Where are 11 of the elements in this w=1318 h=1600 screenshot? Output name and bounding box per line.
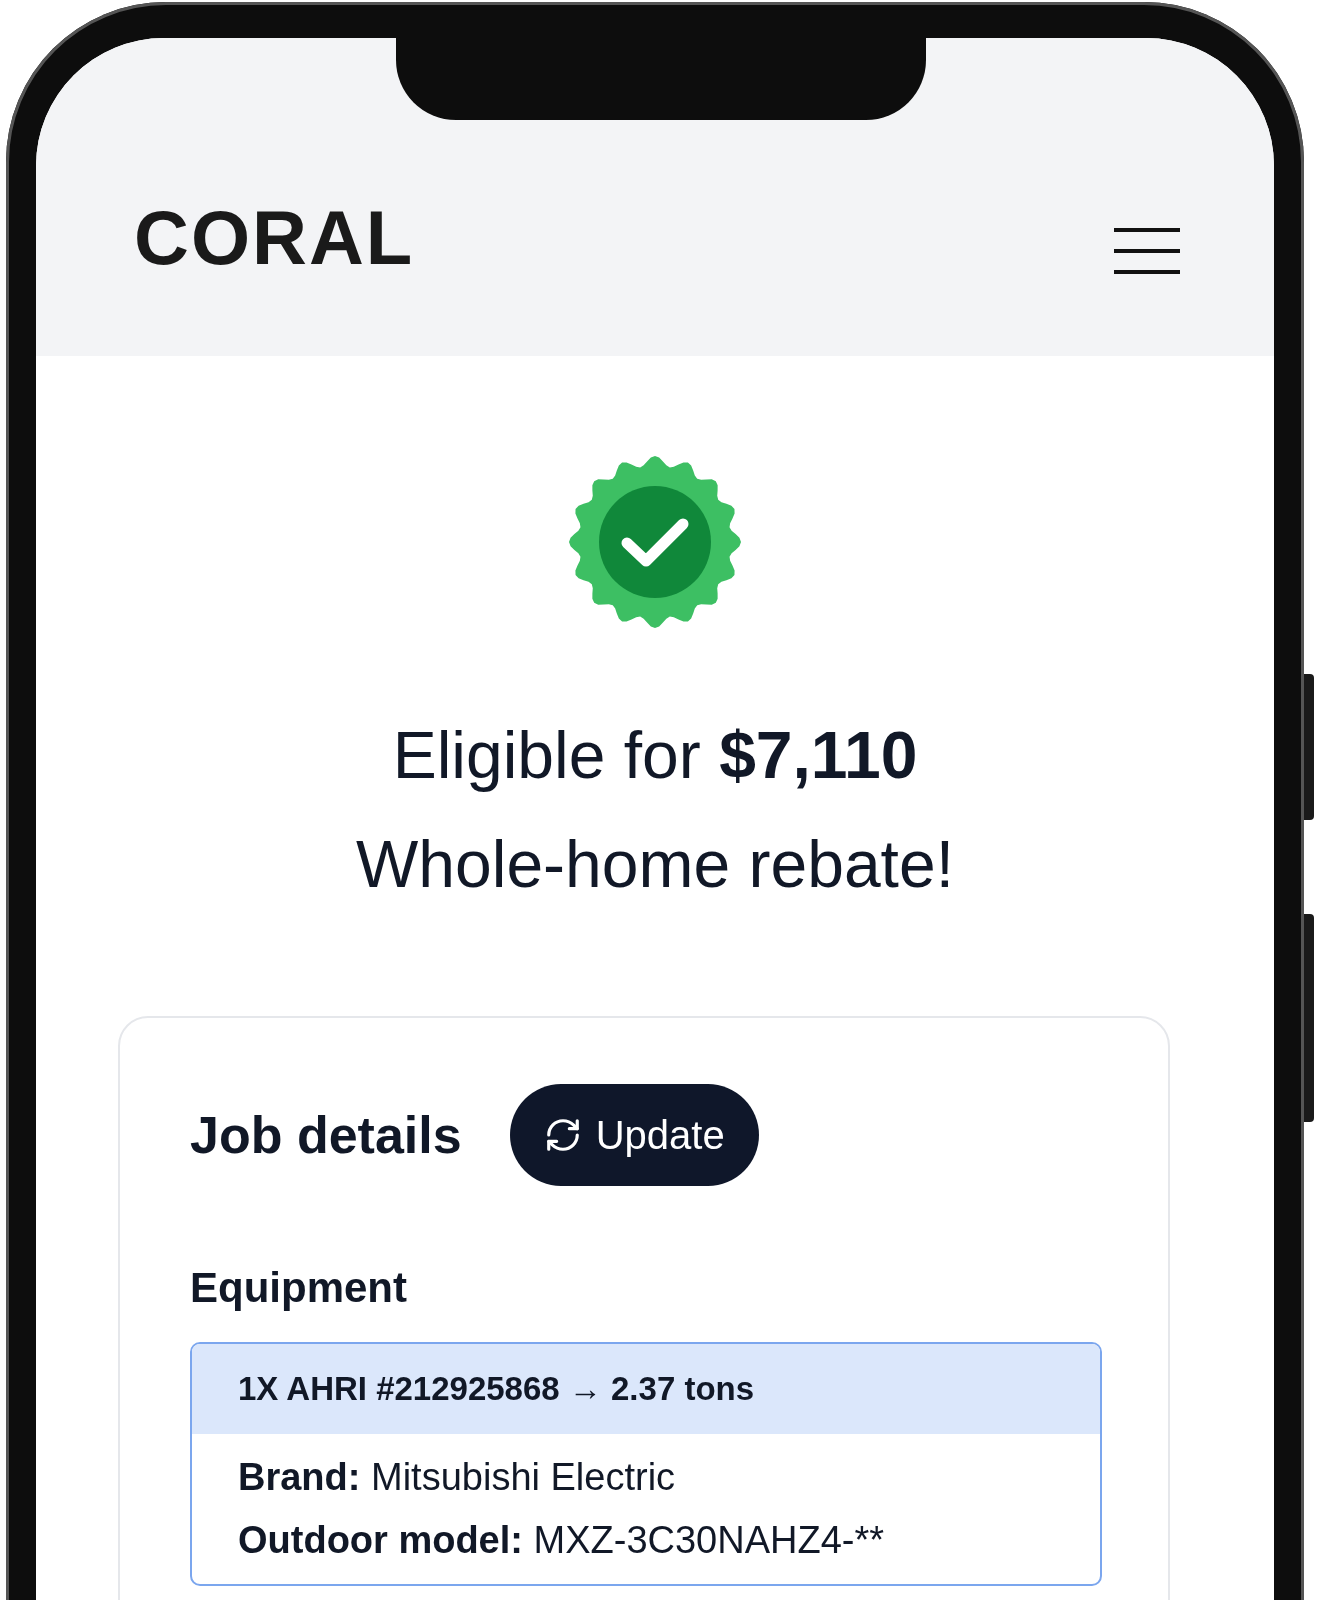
logo: CORAL bbox=[134, 200, 415, 276]
verified-badge-icon bbox=[569, 456, 741, 628]
update-button[interactable]: Update bbox=[509, 1084, 759, 1187]
section-title: Equipment bbox=[190, 1264, 408, 1313]
equipment-field: Brand: Mitsubishi Electric bbox=[238, 1456, 1054, 1500]
equipment-field: Outdoor model: MXZ-3C30NAHZ4-** bbox=[238, 1519, 1054, 1563]
card-title: Job details bbox=[190, 1105, 462, 1166]
rebate-label: Whole-home rebate! bbox=[356, 826, 954, 904]
eligibility-amount: Eligible for $7,110 bbox=[392, 717, 918, 794]
menu-button[interactable] bbox=[1112, 226, 1182, 276]
equipment-header: 1X AHRI #212925868 → 2.37 tons bbox=[192, 1344, 1100, 1435]
